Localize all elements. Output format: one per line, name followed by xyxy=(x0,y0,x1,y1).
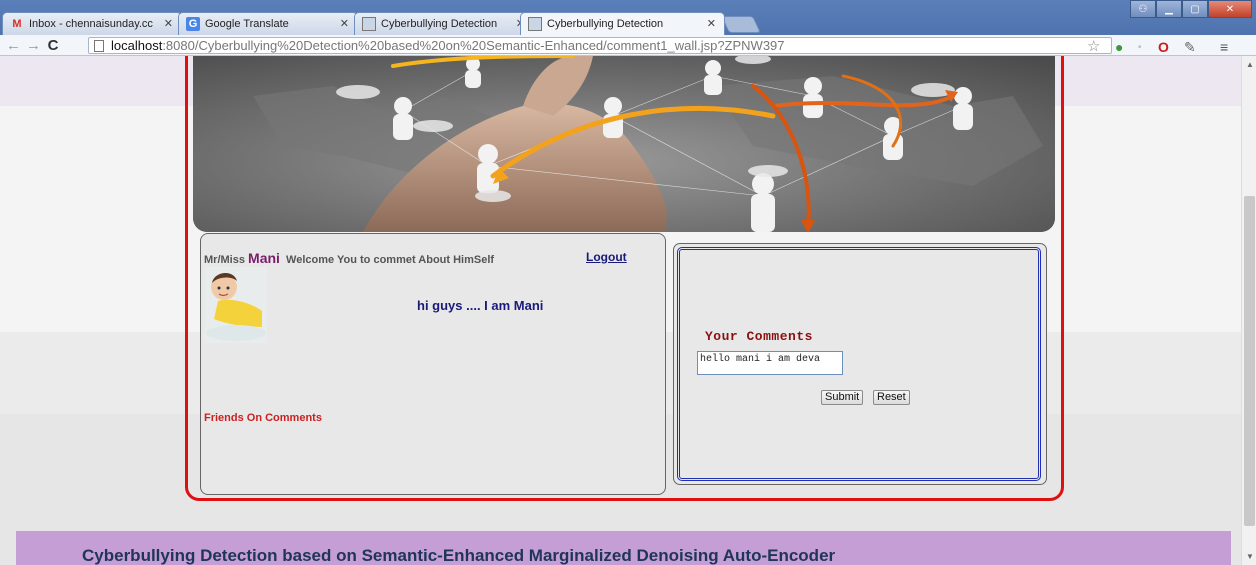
network-illustration xyxy=(193,56,1055,232)
reload-icon[interactable]: C xyxy=(46,37,60,54)
translate-icon: G xyxy=(186,17,200,31)
user-icon[interactable]: ⚇ xyxy=(1130,0,1156,18)
evernote-icon[interactable]: ● xyxy=(1115,39,1123,55)
friends-comments-heading: Friends On Comments xyxy=(204,412,322,424)
browser-tabstrip: M Inbox - chennaisunday.cc ✕ G Google Tr… xyxy=(0,0,1256,35)
new-tab-button[interactable] xyxy=(721,16,761,33)
footer-bar: Cyberbullying Detection based on Semanti… xyxy=(16,531,1231,565)
user-name: Mani xyxy=(248,250,280,266)
comment-input[interactable]: hello mani i am deva xyxy=(697,351,843,375)
reset-button[interactable]: Reset xyxy=(873,390,910,405)
vertical-scrollbar[interactable]: ▲ ▼ xyxy=(1241,56,1256,565)
baby-photo-image xyxy=(204,267,267,343)
eyedropper-icon[interactable]: ✎ xyxy=(1184,39,1196,56)
tab-inbox[interactable]: M Inbox - chennaisunday.cc ✕ xyxy=(2,12,182,35)
tab-google-translate[interactable]: G Google Translate ✕ xyxy=(178,12,358,35)
maximize-button[interactable]: ▢ xyxy=(1182,0,1208,18)
close-tab-icon[interactable]: ✕ xyxy=(164,17,173,30)
site-icon xyxy=(362,17,376,31)
tab-cyberbullying-1[interactable]: Cyberbullying Detection ✕ xyxy=(354,12,534,35)
address-bar[interactable]: localhost:8080/Cyberbullying%20Detection… xyxy=(88,37,1112,54)
minimize-button[interactable]: ▁ xyxy=(1156,0,1182,18)
site-icon xyxy=(528,17,542,31)
scroll-up-icon[interactable]: ▲ xyxy=(1246,60,1254,69)
browser-toolbar: ← → C localhost:8080/Cyberbullying%20Det… xyxy=(0,35,1256,56)
welcome-line: Mr/Miss Mani Welcome You to commet About… xyxy=(204,250,495,266)
scrollbar-thumb[interactable] xyxy=(1244,196,1255,526)
close-tab-icon[interactable]: ✕ xyxy=(707,17,716,30)
profile-wall-panel: Mr/Miss Mani Welcome You to commet About… xyxy=(200,233,666,495)
opera-extension-icon[interactable]: O xyxy=(1158,39,1169,55)
window-controls: ⚇ ▁ ▢ ✕ xyxy=(1130,0,1252,18)
page-viewport: Mr/Miss Mani Welcome You to commet About… xyxy=(0,56,1241,565)
footer-title: Cyberbullying Detection based on Semanti… xyxy=(82,546,836,565)
extension-dot-icon[interactable]: • xyxy=(1138,42,1142,53)
back-icon[interactable]: ← xyxy=(6,37,21,54)
bookmark-star-icon[interactable]: ☆ xyxy=(1087,37,1100,55)
forward-icon[interactable]: → xyxy=(26,37,41,54)
window-close-button[interactable]: ✕ xyxy=(1208,0,1252,18)
comment-form-inner: Your Comments hello mani i am deva Submi… xyxy=(677,247,1041,481)
header-banner-image xyxy=(193,56,1055,232)
avatar xyxy=(204,267,267,343)
wall-post: hi guys .... I am Mani xyxy=(417,298,544,313)
scroll-down-icon[interactable]: ▼ xyxy=(1246,552,1254,561)
tab-cyberbullying-active[interactable]: Cyberbullying Detection ✕ xyxy=(520,12,725,35)
menu-icon[interactable]: ≡ xyxy=(1220,39,1228,55)
logout-link[interactable]: Logout xyxy=(586,250,627,264)
page-icon xyxy=(94,40,104,52)
your-comments-heading: Your Comments xyxy=(705,329,813,344)
close-tab-icon[interactable]: ✕ xyxy=(340,17,349,30)
submit-button[interactable]: Submit xyxy=(821,390,864,405)
comment-form-panel: Your Comments hello mani i am deva Submi… xyxy=(673,243,1047,485)
gmail-icon: M xyxy=(12,18,22,30)
